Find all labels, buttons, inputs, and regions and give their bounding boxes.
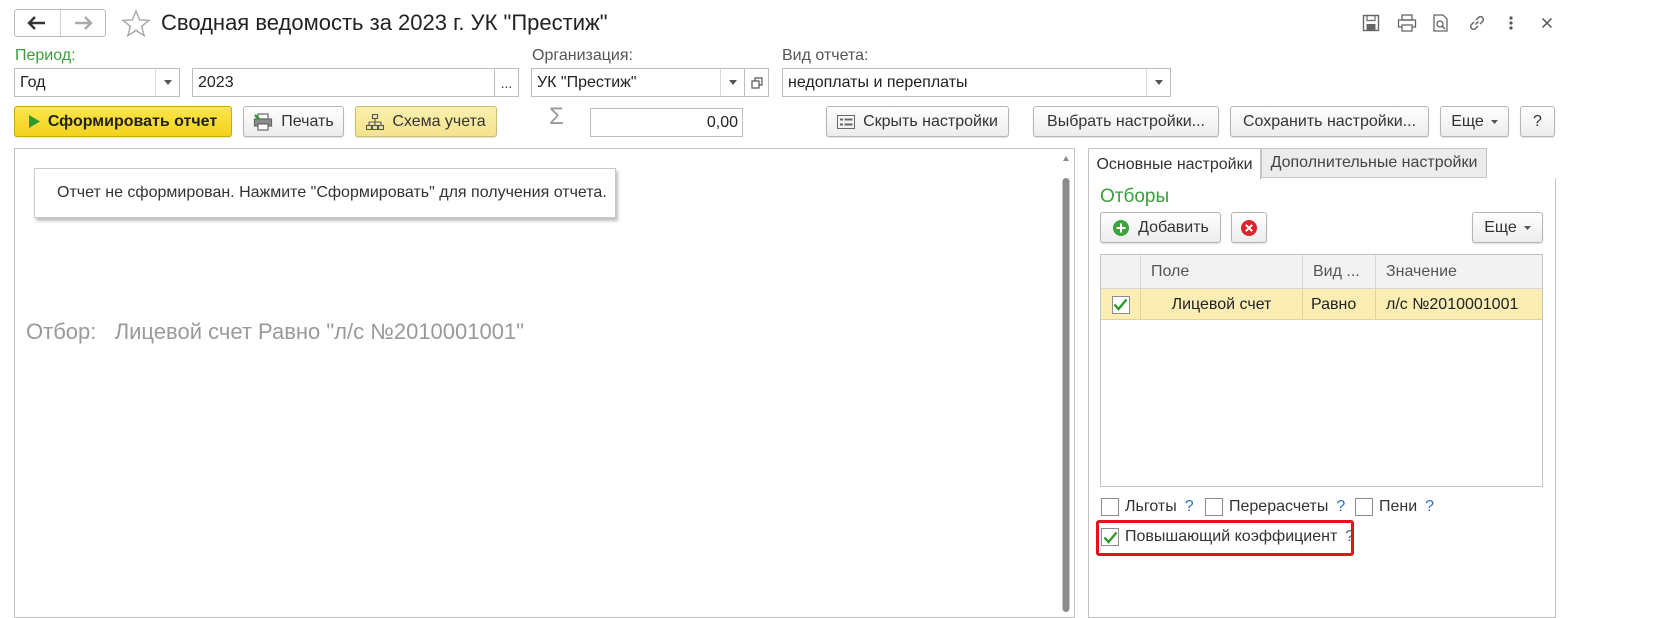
period-label: Период:	[15, 47, 76, 64]
play-icon	[28, 115, 40, 128]
tab-additional-settings[interactable]: Дополнительные настройки	[1261, 148, 1487, 178]
choose-settings-button[interactable]: Выбрать настройки...	[1033, 106, 1219, 137]
report-message: Отчет не сформирован. Нажмите "Сформиров…	[57, 184, 607, 201]
row-kind-cell[interactable]: Равно	[1302, 289, 1375, 320]
highlight-frame	[1096, 520, 1354, 556]
close-icon[interactable]	[1536, 12, 1558, 34]
filters-more-button[interactable]: Еще	[1472, 212, 1543, 243]
option-recalculations[interactable]: Перерасчеты ?	[1205, 498, 1345, 516]
add-filter-label: Добавить	[1138, 218, 1209, 236]
more-button[interactable]: Еще	[1440, 106, 1509, 137]
report-filter-text: Отбор: Лицевой счет Равно "л/с №20100010…	[26, 319, 525, 344]
row-field-cell[interactable]: Лицевой счет	[1140, 289, 1302, 320]
open-organization-button[interactable]	[745, 68, 769, 97]
vertical-scrollbar[interactable]	[1061, 152, 1071, 612]
hierarchy-icon	[366, 113, 385, 130]
hide-settings-button[interactable]: Скрыть настройки	[826, 106, 1009, 137]
chevron-down-icon[interactable]	[1146, 69, 1170, 96]
filters-table-header: Поле Вид ... Значение	[1101, 255, 1542, 289]
checkmark-icon	[1113, 298, 1128, 311]
delete-filter-button[interactable]	[1231, 212, 1267, 243]
filters-section-title: Отборы	[1100, 186, 1170, 207]
header-kind[interactable]: Вид ...	[1302, 255, 1375, 289]
accounting-scheme-label: Схема учета	[392, 112, 486, 130]
sum-field: 0,00	[590, 108, 743, 137]
recalculations-checkbox[interactable]	[1205, 498, 1223, 516]
organization-select[interactable]: УК "Престиж"	[531, 68, 745, 97]
report-message-box: Отчет не сформирован. Нажмите "Сформиров…	[34, 168, 616, 218]
option-benefits[interactable]: Льготы ?	[1101, 498, 1194, 516]
plus-circle-icon	[1112, 219, 1130, 237]
benefits-label: Льготы	[1125, 498, 1177, 515]
sum-value: 0,00	[706, 113, 738, 131]
tab-basic-settings[interactable]: Основные настройки	[1088, 148, 1261, 180]
open-window-icon	[750, 76, 763, 89]
favorite-star-icon[interactable]	[120, 8, 152, 40]
settings-form-icon	[837, 114, 856, 129]
save-icon[interactable]	[1360, 12, 1382, 34]
header-value[interactable]: Значение	[1375, 255, 1542, 289]
more-vertical-icon[interactable]	[1500, 12, 1522, 34]
period-year-input[interactable]: 2023	[192, 68, 495, 97]
report-type-label: Вид отчета:	[782, 47, 869, 64]
filters-more-label: Еще	[1484, 218, 1517, 236]
penalties-help[interactable]: ?	[1425, 498, 1434, 516]
period-year-value: 2023	[198, 73, 234, 91]
back-button[interactable]	[15, 10, 60, 36]
header-check-column	[1101, 255, 1140, 289]
add-filter-button[interactable]: Добавить	[1100, 212, 1221, 243]
chevron-down-icon[interactable]	[720, 69, 744, 96]
print-button[interactable]: Печать	[243, 106, 344, 137]
chevron-down-icon	[1523, 225, 1531, 230]
recalculations-help[interactable]: ?	[1336, 498, 1345, 516]
organization-label: Организация:	[532, 47, 633, 64]
chevron-down-icon	[1490, 119, 1498, 124]
preview-icon[interactable]	[1430, 12, 1452, 34]
period-type-select[interactable]: Год	[14, 68, 180, 97]
penalties-label: Пени	[1379, 498, 1418, 515]
row-checkbox[interactable]	[1111, 295, 1130, 314]
forward-button[interactable]	[59, 10, 106, 36]
organization-value: УК "Престиж"	[537, 73, 637, 91]
window-title: Сводная ведомость за 2023 г. УК "Престиж…	[161, 10, 608, 35]
accounting-scheme-button[interactable]: Схема учета	[355, 106, 497, 137]
recalculations-label: Перерасчеты	[1229, 498, 1329, 515]
period-select-button[interactable]: ...	[495, 68, 519, 97]
more-label: Еще	[1451, 112, 1484, 130]
link-icon[interactable]	[1466, 12, 1488, 34]
report-area[interactable]	[14, 148, 1075, 618]
benefits-checkbox[interactable]	[1101, 498, 1119, 516]
benefits-help[interactable]: ?	[1185, 498, 1194, 516]
help-button[interactable]: ?	[1520, 106, 1555, 137]
generate-report-label: Сформировать отчет	[47, 112, 218, 130]
save-settings-button[interactable]: Сохранить настройки...	[1230, 106, 1429, 137]
generate-report-button[interactable]: Сформировать отчет	[14, 106, 232, 137]
row-check-cell[interactable]	[1101, 289, 1140, 320]
hide-settings-label: Скрыть настройки	[863, 112, 998, 130]
period-type-value: Год	[20, 73, 46, 91]
printer-icon	[253, 112, 273, 131]
row-value-cell[interactable]: л/с №2010001001	[1375, 289, 1542, 320]
print-icon[interactable]	[1396, 12, 1418, 34]
chevron-down-icon[interactable]	[155, 69, 179, 96]
arrow-right-icon	[74, 16, 93, 30]
table-row[interactable]: Лицевой счет Равно л/с №2010001001	[1101, 289, 1542, 320]
penalties-checkbox[interactable]	[1355, 498, 1373, 516]
delete-circle-icon	[1241, 219, 1257, 236]
report-type-select[interactable]: недоплаты и переплаты	[782, 68, 1171, 97]
header-field[interactable]: Поле	[1140, 255, 1302, 289]
print-label: Печать	[281, 112, 334, 130]
sum-icon: Σ	[549, 103, 564, 130]
arrow-left-icon	[27, 16, 46, 30]
filters-table[interactable]: Поле Вид ... Значение Лицевой счет Равно…	[1100, 254, 1543, 487]
report-type-value: недоплаты и переплаты	[788, 73, 968, 91]
option-penalties[interactable]: Пени ?	[1355, 498, 1434, 516]
navigation-buttons	[14, 9, 106, 37]
